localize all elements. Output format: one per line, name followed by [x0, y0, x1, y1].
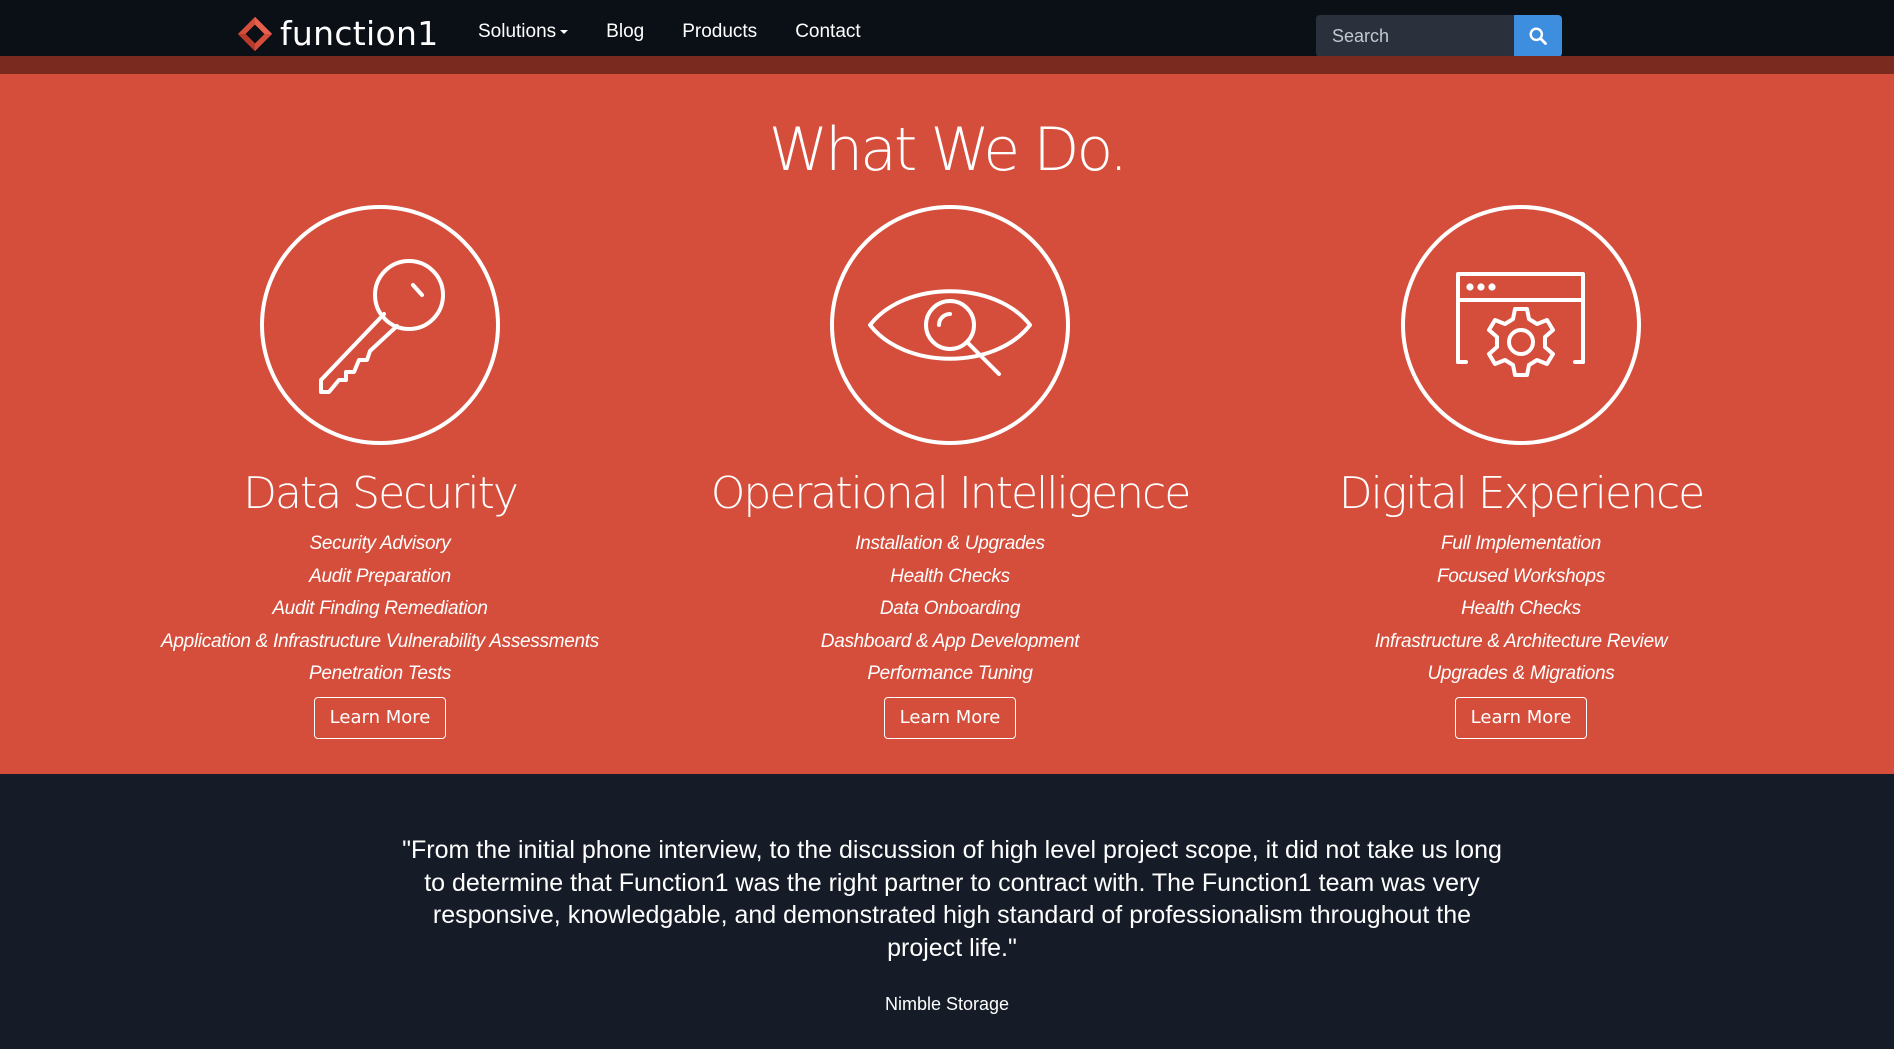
browser-gear-icon	[1401, 205, 1641, 445]
list-item: Security Advisory	[309, 533, 451, 554]
nav-item-products[interactable]: Products	[663, 0, 776, 64]
testimonial-quote: "From the initial phone interview, to th…	[402, 836, 1502, 962]
list-item: Penetration Tests	[308, 663, 452, 684]
list-item: Application & Infrastructure Vulnerabili…	[161, 630, 599, 652]
nav-item-solutions[interactable]: Solutions	[459, 0, 587, 64]
testimonial-author: Nimble Storage	[884, 994, 1010, 1014]
service-list: Security Advisory Audit Preparation Audi…	[161, 528, 599, 691]
list-item: Focused Workshops	[1436, 565, 1606, 587]
section-title: What We Do.	[768, 115, 1128, 185]
learn-more-button[interactable]: Learn More	[1454, 696, 1588, 739]
search-button[interactable]	[1514, 15, 1562, 57]
list-item: Full Implementation	[1440, 533, 1602, 554]
service-operational-intelligence: Operational Intelligence Installation & …	[650, 204, 1250, 739]
service-list: Full Implementation Focused Workshops He…	[1375, 528, 1668, 691]
search-input[interactable]	[1316, 15, 1514, 57]
service-digital-experience: Digital Experience Full Implementation F…	[1221, 204, 1821, 739]
learn-more-button[interactable]: Learn More	[883, 696, 1017, 739]
list-item: Health Checks	[890, 565, 1010, 587]
search-icon	[1529, 27, 1547, 45]
service-title: Operational Intelligence	[710, 468, 1192, 519]
brand-name: function1	[280, 14, 439, 53]
caret-down-icon	[560, 29, 569, 34]
function1-logo-icon	[237, 16, 273, 52]
navbar-divider-strip	[0, 56, 1894, 74]
eye-magnifier-icon	[830, 205, 1070, 445]
list-item: Health Checks	[1461, 598, 1581, 619]
list-item: Audit Finding Remediation	[272, 598, 488, 619]
navbar: function1 Solutions Blog Products Contac…	[0, 0, 1894, 57]
list-item: Infrastructure & Architecture Review	[1374, 630, 1668, 652]
learn-more-button[interactable]: Learn More	[313, 696, 447, 739]
main-nav: Solutions Blog Products Contact	[459, 0, 880, 64]
service-title: Data Security	[243, 468, 519, 519]
list-item: Performance Tuning	[867, 663, 1033, 684]
list-item: Audit Preparation	[309, 565, 451, 587]
service-list: Installation & Upgrades Health Checks Da…	[820, 528, 1080, 691]
brand-logo-link[interactable]: function1	[236, 14, 439, 54]
list-item: Dashboard & App Development	[820, 630, 1080, 652]
service-title: Digital Experience	[1338, 468, 1706, 519]
list-item: Upgrades & Migrations	[1427, 663, 1615, 684]
search-form	[1316, 15, 1562, 57]
nav-item-label: Solutions	[478, 21, 557, 42]
nav-item-blog[interactable]: Blog	[587, 0, 663, 64]
key-icon	[260, 205, 500, 445]
nav-item-contact[interactable]: Contact	[776, 0, 879, 64]
service-data-security: Data Security Security Advisory Audit Pr…	[80, 204, 680, 739]
list-item: Installation & Upgrades	[855, 533, 1045, 554]
what-we-do-section: What We Do. Data Security Security Advis…	[0, 74, 1894, 774]
testimonial-section: "From the initial phone interview, to th…	[0, 774, 1894, 1049]
list-item: Data Onboarding	[879, 598, 1021, 619]
